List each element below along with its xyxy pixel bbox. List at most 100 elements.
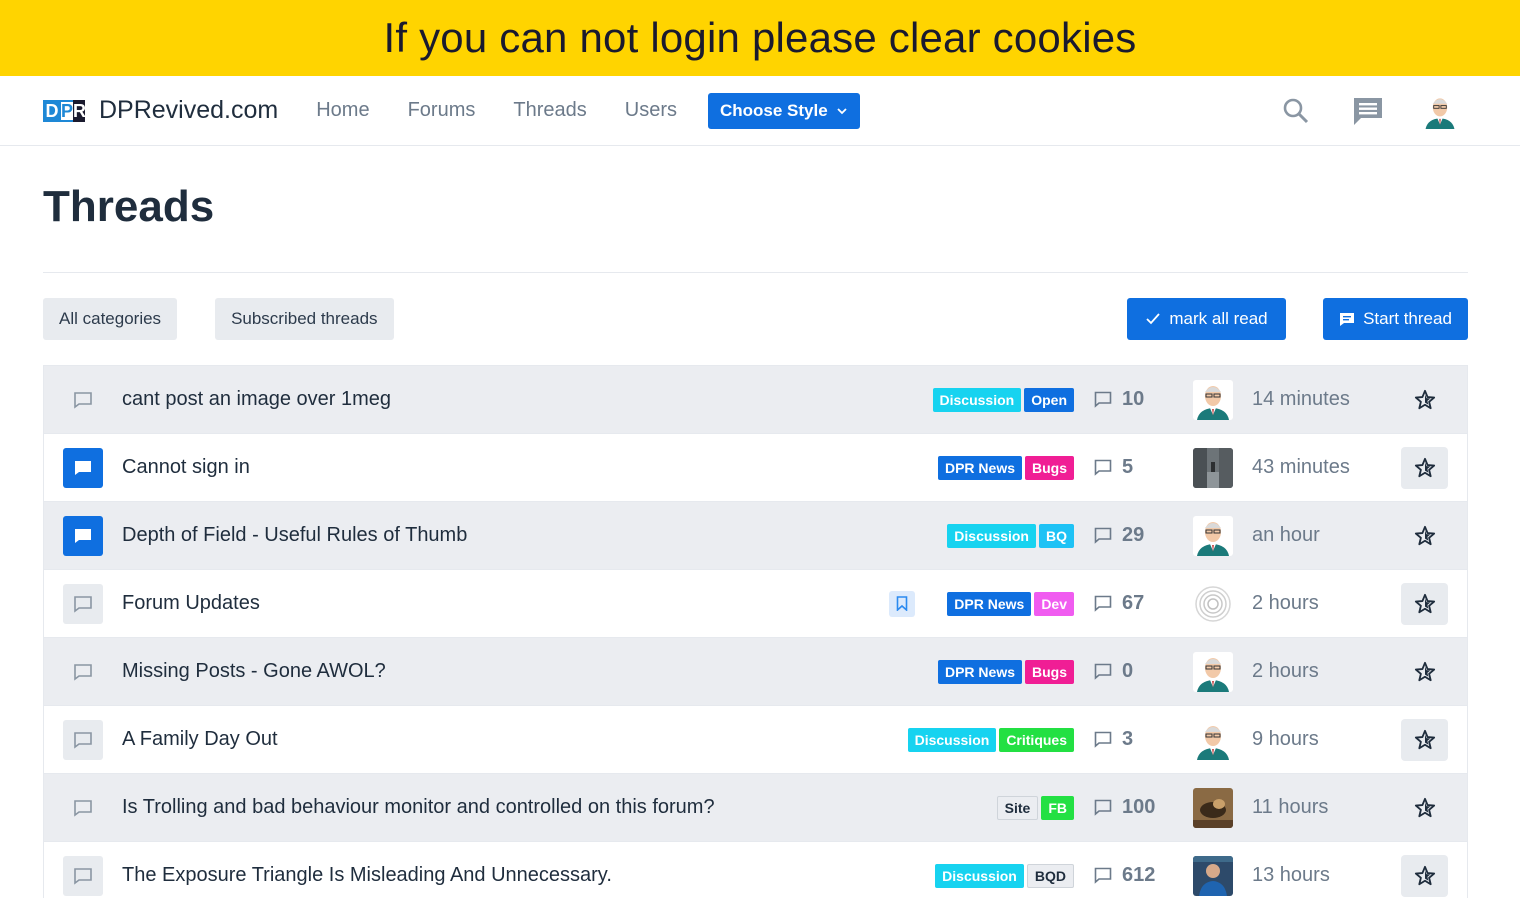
- thread-title-link[interactable]: cant post an image over 1meg: [122, 388, 391, 411]
- thread-title-link[interactable]: The Exposure Triangle Is Misleading And …: [122, 864, 612, 887]
- reply-count: 100: [1094, 796, 1155, 819]
- last-post-time[interactable]: 2 hours: [1252, 660, 1319, 683]
- watch-star-button[interactable]: [1401, 787, 1448, 829]
- reply-count-value: 10: [1122, 388, 1145, 410]
- search-icon[interactable]: [1278, 93, 1314, 129]
- chevron-down-icon: [837, 107, 847, 114]
- watch-star-button[interactable]: [1401, 379, 1448, 421]
- thread-title-link[interactable]: Cannot sign in: [122, 456, 250, 479]
- reply-count-value: 5: [1122, 456, 1134, 478]
- last-poster-avatar[interactable]: [1193, 719, 1233, 760]
- thread-icon: [63, 720, 103, 760]
- unread-thread-icon: [63, 516, 103, 556]
- logo-mark-icon: DPR: [43, 99, 86, 123]
- thread-tag[interactable]: Bugs: [1025, 455, 1074, 480]
- thread-tag[interactable]: Discussion: [935, 863, 1024, 888]
- compose-icon: [1340, 312, 1355, 326]
- reply-count: 10: [1094, 388, 1144, 411]
- thread-tags: Discussion BQD: [935, 863, 1074, 888]
- thread-tag[interactable]: Discussion: [947, 523, 1036, 548]
- thread-tag[interactable]: Discussion: [932, 387, 1022, 412]
- reply-count-value: 3: [1122, 728, 1134, 750]
- last-post-time[interactable]: 14 minutes: [1252, 388, 1350, 411]
- thread-tags: Discussion BQ: [947, 523, 1074, 548]
- subscribed-threads-button[interactable]: Subscribed threads: [215, 298, 394, 340]
- thread-tags: DPR News Bugs: [937, 659, 1074, 684]
- thread-icon: [63, 788, 103, 828]
- thread-tag[interactable]: DPR News: [937, 659, 1022, 684]
- page-title: Threads: [43, 182, 215, 231]
- last-poster-avatar[interactable]: [1193, 583, 1233, 624]
- thread-tag[interactable]: BQD: [1026, 863, 1074, 888]
- last-poster-avatar[interactable]: [1193, 855, 1233, 896]
- thread-tags: Discussion Open: [932, 387, 1074, 412]
- thread-row[interactable]: Depth of Field - Useful Rules of Thumb Di…: [44, 502, 1467, 570]
- last-poster-avatar[interactable]: [1193, 515, 1233, 556]
- thread-tag[interactable]: Site: [996, 795, 1039, 820]
- last-post-time[interactable]: 2 hours: [1252, 592, 1319, 615]
- thread-tag[interactable]: Critiques: [999, 727, 1074, 752]
- start-thread-label: Start thread: [1363, 309, 1452, 328]
- bookmark-icon[interactable]: [889, 590, 915, 617]
- thread-tag[interactable]: DPR News: [947, 591, 1032, 616]
- thread-tags: DPR News Bugs: [937, 455, 1074, 480]
- thread-row[interactable]: Cannot sign in DPR News Bugs 5 43 minutes: [44, 434, 1467, 502]
- thread-title-link[interactable]: Is Trolling and bad behaviour monitor an…: [122, 796, 715, 819]
- watch-star-button[interactable]: [1401, 446, 1448, 489]
- mark-all-read-button[interactable]: mark all read: [1127, 298, 1286, 340]
- messages-icon[interactable]: [1350, 93, 1386, 129]
- filter-bar: All categories Subscribed threads mark a…: [43, 298, 1468, 340]
- nav-link-home[interactable]: Home: [316, 99, 369, 122]
- thread-tag[interactable]: Bugs: [1025, 659, 1074, 684]
- last-post-time[interactable]: 9 hours: [1252, 728, 1319, 751]
- thread-title-link[interactable]: Missing Posts - Gone AWOL?: [122, 660, 386, 683]
- thread-row[interactable]: The Exposure Triangle Is Misleading And …: [44, 842, 1467, 898]
- thread-tag[interactable]: Discussion: [907, 727, 997, 752]
- start-thread-button[interactable]: Start thread: [1323, 298, 1468, 340]
- unread-thread-icon: [63, 448, 103, 488]
- thread-tags: Discussion Critiques: [907, 727, 1074, 752]
- announcement-text: If you can not login please clear cookie…: [383, 14, 1137, 61]
- all-categories-button[interactable]: All categories: [43, 298, 178, 340]
- thread-row[interactable]: Is Trolling and bad behaviour monitor an…: [44, 774, 1467, 842]
- reply-count: 3: [1094, 728, 1133, 751]
- last-poster-avatar[interactable]: [1193, 447, 1233, 488]
- nav-link-forums[interactable]: Forums: [408, 99, 476, 122]
- divider: [43, 272, 1468, 273]
- reply-icon: [1094, 867, 1112, 884]
- user-avatar[interactable]: [1422, 93, 1458, 129]
- reply-icon: [1094, 595, 1112, 612]
- site-name[interactable]: DPRevived.com: [99, 96, 278, 125]
- last-poster-avatar[interactable]: [1193, 379, 1233, 420]
- last-poster-avatar[interactable]: [1193, 787, 1233, 828]
- thread-tag[interactable]: Dev: [1034, 591, 1074, 616]
- thread-list: cant post an image over 1meg Discussion Op…: [43, 365, 1468, 898]
- nav-link-users[interactable]: Users: [625, 99, 677, 122]
- thread-tag[interactable]: FB: [1041, 795, 1074, 820]
- choose-style-label: Choose Style: [720, 100, 828, 120]
- watch-star-button[interactable]: [1401, 651, 1448, 693]
- thread-row[interactable]: Missing Posts - Gone AWOL? DPR News Bugs 0 2…: [44, 638, 1467, 706]
- watch-star-button[interactable]: [1401, 854, 1448, 897]
- thread-title-link[interactable]: A Family Day Out: [122, 728, 278, 751]
- choose-style-button[interactable]: Choose Style: [708, 92, 860, 129]
- thread-tag[interactable]: BQ: [1039, 523, 1074, 548]
- watch-star-button[interactable]: [1401, 515, 1448, 557]
- site-logo[interactable]: DPR DPRevived.com: [43, 96, 278, 125]
- thread-tag[interactable]: DPR News: [937, 455, 1022, 480]
- last-post-time[interactable]: 43 minutes: [1252, 456, 1350, 479]
- last-post-time[interactable]: an hour: [1252, 524, 1320, 547]
- thread-title-link[interactable]: Forum Updates: [122, 592, 260, 615]
- reply-count-value: 612: [1122, 864, 1156, 886]
- thread-row[interactable]: cant post an image over 1meg Discussion Op…: [44, 366, 1467, 434]
- watch-star-button[interactable]: [1401, 582, 1448, 625]
- last-post-time[interactable]: 13 hours: [1252, 864, 1330, 887]
- nav-link-threads[interactable]: Threads: [513, 99, 586, 122]
- thread-title-link[interactable]: Depth of Field - Useful Rules of Thumb: [122, 524, 467, 547]
- thread-row[interactable]: Forum Updates DPR News Dev 67 2 hours: [44, 570, 1467, 638]
- last-poster-avatar[interactable]: [1193, 651, 1233, 692]
- watch-star-button[interactable]: [1401, 718, 1448, 761]
- last-post-time[interactable]: 11 hours: [1252, 796, 1328, 819]
- thread-row[interactable]: A Family Day Out Discussion Critiques 3 9 ho…: [44, 706, 1467, 774]
- thread-tag[interactable]: Open: [1024, 387, 1074, 412]
